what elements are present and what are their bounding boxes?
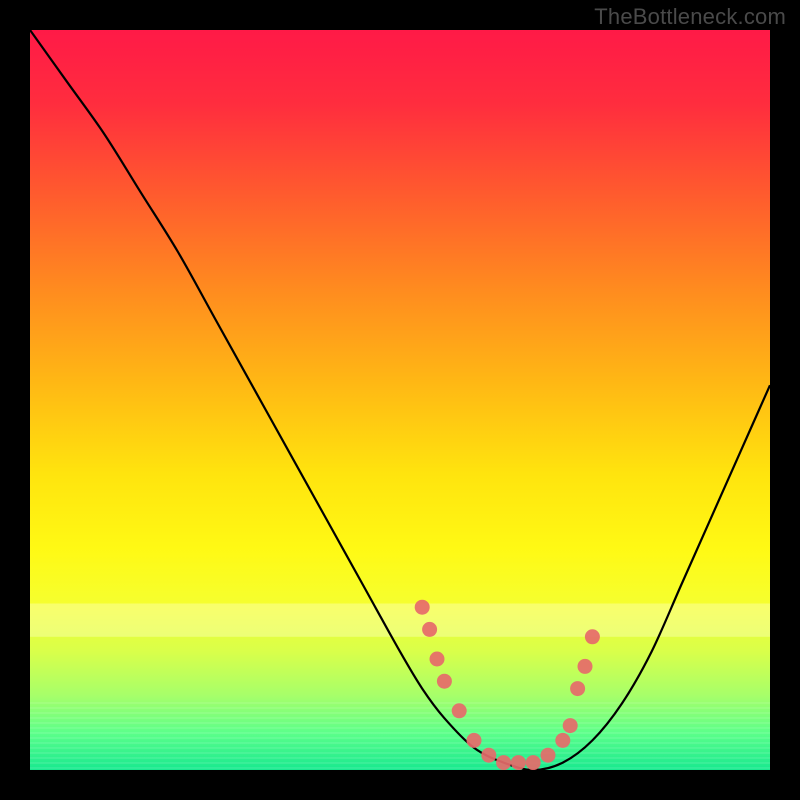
scatter-point bbox=[541, 748, 556, 763]
scatter-point bbox=[481, 748, 496, 763]
chart-frame: TheBottleneck.com bbox=[0, 0, 800, 800]
scatter-point bbox=[563, 718, 578, 733]
plot-area bbox=[30, 30, 770, 770]
scatter-point bbox=[467, 733, 482, 748]
gradient-background bbox=[30, 30, 770, 770]
scatter-point bbox=[422, 622, 437, 637]
scatter-point bbox=[511, 755, 526, 770]
scatter-point bbox=[430, 652, 445, 667]
bottleneck-chart bbox=[30, 30, 770, 770]
scatter-point bbox=[578, 659, 593, 674]
scatter-point bbox=[526, 755, 541, 770]
scatter-point bbox=[555, 733, 570, 748]
scatter-point bbox=[585, 629, 600, 644]
scatter-point bbox=[415, 600, 430, 615]
scatter-point bbox=[437, 674, 452, 689]
scatter-point bbox=[496, 755, 511, 770]
scatter-point bbox=[452, 703, 467, 718]
scatter-point bbox=[570, 681, 585, 696]
watermark: TheBottleneck.com bbox=[594, 4, 786, 30]
